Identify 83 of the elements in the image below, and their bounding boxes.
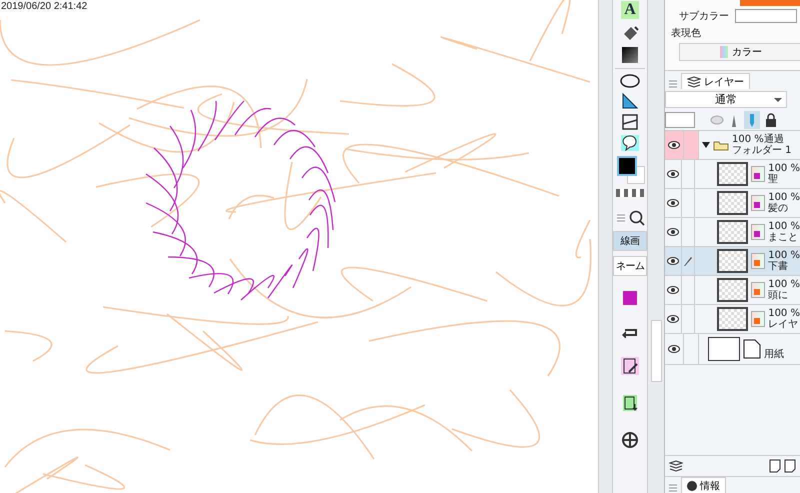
layer-thumbnail xyxy=(717,162,748,186)
eye-icon[interactable] xyxy=(666,170,679,178)
eye-icon[interactable] xyxy=(668,141,680,149)
layer-thumbnail xyxy=(717,307,748,331)
layer-thumbnail xyxy=(717,220,748,244)
layer-name: フォルダー 1 xyxy=(732,145,792,156)
layer-opacity: 100 % xyxy=(768,308,800,319)
ellipse-tool-icon[interactable] xyxy=(620,74,640,88)
color-layer-icon xyxy=(750,224,766,240)
main-color-field[interactable] xyxy=(740,0,800,6)
transparent-color-swatch[interactable] xyxy=(616,189,644,197)
toolbar-grip[interactable] xyxy=(598,0,613,493)
sub-color-label: サブカラー xyxy=(679,10,729,23)
layer-name: まこと xyxy=(768,232,800,243)
layer-opacity: 100 % xyxy=(768,250,800,261)
layer-tab[interactable]: レイヤー xyxy=(681,73,750,89)
expression-color-button[interactable]: カラー xyxy=(679,43,800,61)
paper-thumbnail xyxy=(708,337,740,361)
layer-row[interactable]: 100 % 下書 xyxy=(665,247,800,276)
blend-mode-dropdown[interactable]: 通常 xyxy=(665,91,787,108)
gradient-tool-icon[interactable] xyxy=(622,47,638,63)
folder-icon xyxy=(713,139,729,151)
new-layer-icon[interactable] xyxy=(769,459,781,473)
layer-name: 髪の xyxy=(768,203,790,214)
layer-row[interactable]: 用紙 xyxy=(665,334,800,365)
timestamp: 2019/06/20 2:41:42 xyxy=(1,1,88,12)
current-color-swatch[interactable] xyxy=(623,291,637,305)
page-icon xyxy=(743,339,761,359)
panel-menu-icon[interactable] xyxy=(668,79,678,89)
layer-name: 聖 xyxy=(768,174,780,185)
document-edit-icon[interactable] xyxy=(621,357,639,375)
eye-icon[interactable] xyxy=(666,286,679,294)
layer-color-dropdown[interactable] xyxy=(665,112,695,128)
color-layer-icon xyxy=(750,166,766,182)
navigator-wheel-icon[interactable] xyxy=(621,431,639,449)
eye-icon[interactable] xyxy=(666,199,679,207)
layer-row[interactable]: 100 % 聖 xyxy=(665,160,800,189)
layer-row[interactable]: 100 % 髪の xyxy=(665,189,800,218)
info-icon xyxy=(687,480,697,490)
layer-opacity: 100 % xyxy=(768,163,800,174)
text-tool-icon[interactable]: A xyxy=(621,1,639,19)
layer-name: 用紙 xyxy=(764,348,784,361)
scrollbar-thumb[interactable] xyxy=(651,320,662,382)
color-layer-icon xyxy=(750,195,766,211)
document-download-icon[interactable] xyxy=(621,394,639,412)
layer-thumbnail xyxy=(717,249,748,273)
expression-color-label: 表現色 xyxy=(671,26,702,40)
main-sub-color-swatch[interactable] xyxy=(615,156,645,184)
sub-color-field[interactable] xyxy=(735,9,797,23)
eye-icon[interactable] xyxy=(668,345,680,353)
layer-name: 頭に xyxy=(768,290,790,301)
layer-row[interactable]: 100 %通過 フォルダー 1 xyxy=(665,131,800,160)
pen-icon xyxy=(683,255,694,267)
layer-opacity: 100 %通過 xyxy=(732,134,785,145)
eye-icon[interactable] xyxy=(666,315,679,323)
layers-icon xyxy=(687,76,701,88)
layers-icon[interactable] xyxy=(669,460,683,472)
layer-opacity: 100 % xyxy=(768,221,800,232)
new-vector-layer-icon[interactable] xyxy=(784,459,796,473)
subtool-tab[interactable]: ネーム xyxy=(613,256,647,276)
eye-icon[interactable] xyxy=(666,228,679,236)
layer-opacity: 100 % xyxy=(768,192,800,203)
layer-thumbnail xyxy=(717,278,748,302)
speech-balloon-icon[interactable] xyxy=(621,135,639,151)
search-icon[interactable] xyxy=(629,210,645,226)
layer-thumbnail xyxy=(717,191,748,215)
ruler-tool-icon[interactable] xyxy=(622,93,638,109)
info-tab[interactable]: 情報 xyxy=(681,477,726,493)
color-layer-icon xyxy=(750,282,766,298)
layer-opacity: 100 % xyxy=(768,279,800,290)
subtool-tab[interactable]: 線画 xyxy=(613,231,647,251)
panel-menu-icon[interactable] xyxy=(615,212,627,224)
frame-tool-icon[interactable] xyxy=(622,114,638,130)
layer-name: レイヤ xyxy=(768,319,800,330)
eye-icon[interactable] xyxy=(666,257,679,265)
panel-menu-icon[interactable] xyxy=(668,483,678,493)
layer-row[interactable]: 100 % 頭に xyxy=(665,276,800,305)
layer-row[interactable]: 100 % まこと xyxy=(665,218,800,247)
color-layer-icon xyxy=(750,253,766,269)
color-layer-icon xyxy=(750,311,766,327)
layer-name: 下書 xyxy=(768,261,790,272)
layer-row[interactable]: 100 % レイヤ xyxy=(665,305,800,334)
lock-icon[interactable] xyxy=(765,113,777,127)
